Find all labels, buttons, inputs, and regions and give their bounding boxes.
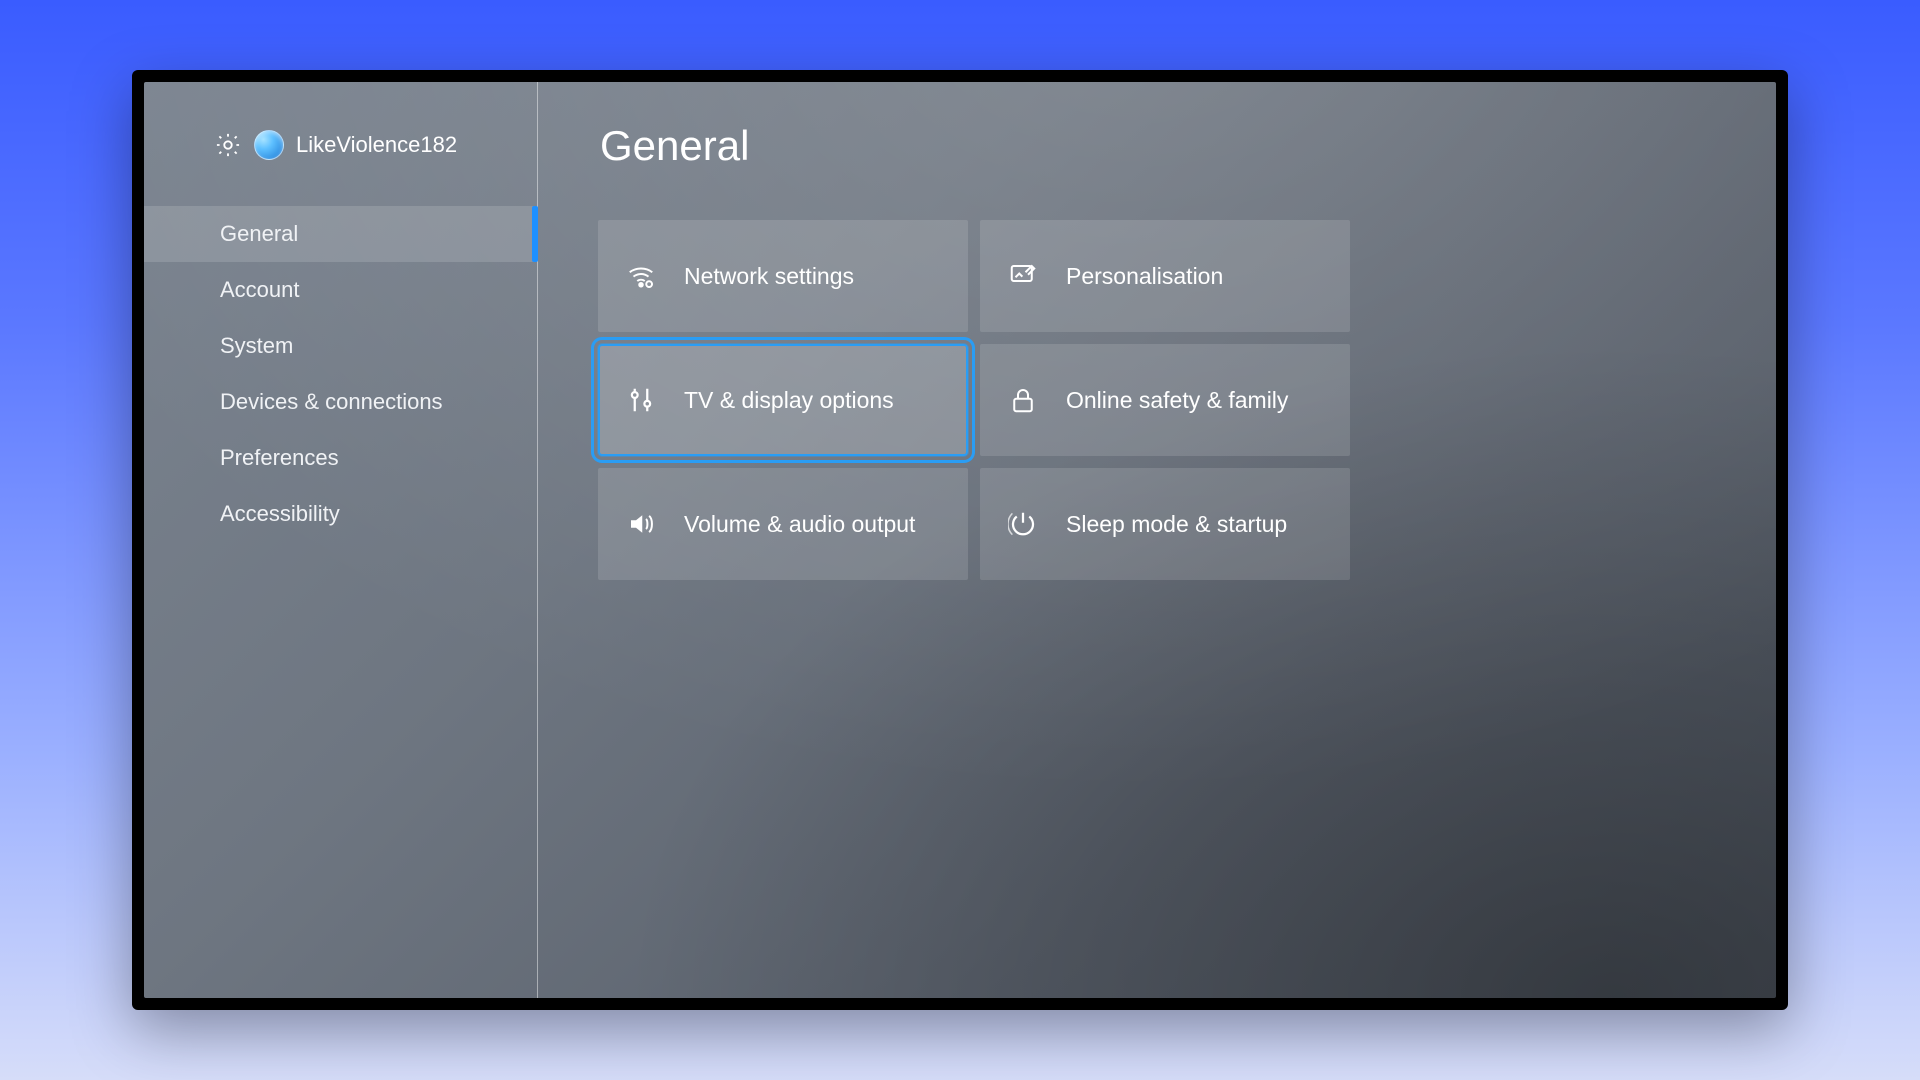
sidebar-item-system[interactable]: System <box>144 318 537 374</box>
tile-label: Network settings <box>684 263 854 290</box>
sidebar-item-label: Account <box>220 277 300 303</box>
sidebar-item-account[interactable]: Account <box>144 262 537 318</box>
lock-icon <box>1008 385 1038 415</box>
tv-bezel: LikeViolence182 General Account System D… <box>132 70 1788 1010</box>
sidebar-item-general[interactable]: General <box>144 206 537 262</box>
network-icon <box>626 261 656 291</box>
sidebar-item-devices[interactable]: Devices & connections <box>144 374 537 430</box>
screen: LikeViolence182 General Account System D… <box>144 82 1776 998</box>
sidebar-item-accessibility[interactable]: Accessibility <box>144 486 537 542</box>
sidebar-item-label: Accessibility <box>220 501 340 527</box>
tile-label: TV & display options <box>684 387 894 414</box>
tile-tv-display-options[interactable]: TV & display options <box>598 344 968 456</box>
tile-label: Personalisation <box>1066 263 1223 290</box>
tile-label: Online safety & family <box>1066 387 1288 414</box>
sliders-icon <box>626 385 656 415</box>
tile-label: Sleep mode & startup <box>1066 511 1287 538</box>
volume-icon <box>626 509 656 539</box>
tile-sleep-mode-startup[interactable]: Sleep mode & startup <box>980 468 1350 580</box>
sidebar-item-label: Preferences <box>220 445 339 471</box>
avatar <box>254 130 284 160</box>
sidebar-item-preferences[interactable]: Preferences <box>144 430 537 486</box>
sidebar-item-label: System <box>220 333 293 359</box>
brush-icon <box>1008 261 1038 291</box>
page-title: General <box>600 122 1716 170</box>
tile-online-safety-family[interactable]: Online safety & family <box>980 344 1350 456</box>
gear-icon <box>214 131 242 159</box>
profile-header[interactable]: LikeViolence182 <box>144 112 537 190</box>
gamertag: LikeViolence182 <box>296 132 457 158</box>
tile-network-settings[interactable]: Network settings <box>598 220 968 332</box>
sidebar-item-label: Devices & connections <box>220 389 443 415</box>
sidebar: LikeViolence182 General Account System D… <box>144 82 538 998</box>
tile-volume-audio-output[interactable]: Volume & audio output <box>598 468 968 580</box>
tile-personalisation[interactable]: Personalisation <box>980 220 1350 332</box>
settings-tile-grid: Network settings Personalisation <box>598 220 1716 580</box>
power-icon <box>1008 509 1038 539</box>
sidebar-nav: General Account System Devices & connect… <box>144 206 537 542</box>
sidebar-item-label: General <box>220 221 298 247</box>
main-panel: General Network settings <box>538 82 1776 998</box>
tile-label: Volume & audio output <box>684 511 915 538</box>
